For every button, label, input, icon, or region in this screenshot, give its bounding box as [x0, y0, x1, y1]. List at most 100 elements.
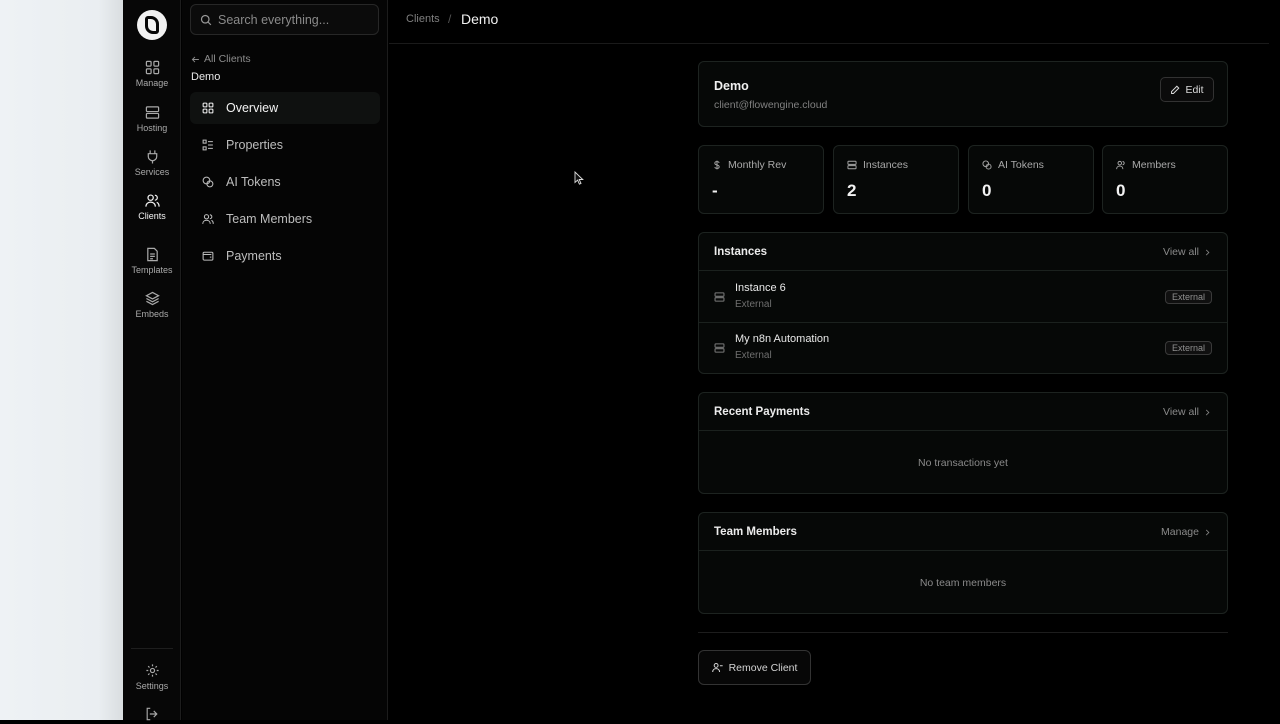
card-header: Instances View all [699, 233, 1227, 271]
card-header: Team Members Manage [699, 513, 1227, 551]
stat-card-instances: Instances 2 [833, 145, 959, 214]
card-header: Recent Payments View all [699, 393, 1227, 431]
instances-card: Instances View all Instance 6 External E… [698, 232, 1228, 374]
breadcrumb-parent-link[interactable]: Clients [406, 13, 440, 25]
subnav-item-overview[interactable]: Overview [190, 92, 380, 124]
instance-row[interactable]: My n8n Automation External External [699, 323, 1227, 374]
section-divider [698, 632, 1228, 633]
logout-icon [146, 707, 158, 721]
coins-icon [982, 160, 992, 170]
users-icon [144, 194, 160, 207]
search-input[interactable] [218, 10, 373, 30]
subnav-item-label: Properties [226, 138, 283, 152]
manage-label: Manage [1161, 526, 1199, 538]
stat-value: - [712, 181, 718, 200]
stat-label-text: Monthly Rev [728, 159, 787, 171]
empty-state-text: No transactions yet [918, 457, 1008, 469]
status-badge: External [1164, 341, 1212, 355]
subnav-item-label: Team Members [226, 212, 313, 226]
view-all-label: View all [1163, 246, 1199, 258]
instance-type: External [735, 350, 772, 361]
stat-card-ai-tokens: AI Tokens 0 [968, 145, 1094, 214]
subnav-item-ai-tokens[interactable]: AI Tokens [190, 166, 380, 198]
subnav-item-label: Payments [226, 249, 282, 263]
recent-payments-card: Recent Payments View all No transactions… [698, 392, 1228, 494]
client-name: Demo [191, 71, 221, 83]
server-icon [847, 160, 857, 170]
rail-item-hosting[interactable]: Hosting [123, 105, 181, 133]
chevron-right-icon [1205, 409, 1210, 415]
rail-item-label: Embeds [135, 309, 169, 319]
edit-button[interactable]: Edit [1160, 77, 1214, 102]
card-title: Recent Payments [714, 406, 810, 418]
remove-client-label: Remove Client [728, 661, 798, 674]
breadcrumb: Clients / Demo [389, 0, 1269, 44]
arrow-left-icon [191, 56, 199, 62]
users-icon [1116, 160, 1125, 170]
logout-button[interactable] [123, 707, 181, 724]
subnav-item-label: AI Tokens [226, 175, 281, 189]
layers-icon [144, 291, 160, 306]
card-title: Instances [714, 246, 768, 258]
back-link-label: All Clients [204, 53, 251, 65]
client-sidebar: All Clients Demo Overview Properties AI … [182, 0, 388, 720]
payments-view-all-link[interactable]: View all [1163, 406, 1211, 418]
client-profile-card: Demo client@flowengine.cloud Edit [698, 61, 1228, 127]
gear-icon [145, 664, 159, 677]
rail-item-services[interactable]: Services [123, 149, 181, 177]
desktop-background [0, 0, 123, 720]
plug-icon [147, 150, 157, 164]
page-title: Demo [461, 11, 499, 27]
instance-name: Instance 6 [735, 282, 786, 294]
rail-item-label: Hosting [136, 123, 168, 133]
rail-item-label: Settings [135, 681, 169, 691]
wallet-icon [202, 251, 214, 261]
stat-label: Monthly Rev [712, 159, 786, 171]
subnav-item-payments[interactable]: Payments [190, 240, 380, 272]
stat-value: 0 [982, 181, 992, 200]
rail-item-embeds[interactable]: Embeds [123, 291, 181, 319]
subnav-item-label: Overview [226, 101, 279, 115]
stat-card-members: Members 0 [1102, 145, 1228, 214]
stat-value: 0 [1116, 181, 1126, 200]
team-icon [202, 214, 214, 224]
server-icon [714, 343, 725, 353]
empty-state-text: No team members [919, 577, 1007, 589]
team-members-card: Team Members Manage No team members [698, 512, 1228, 614]
subnav-item-properties[interactable]: Properties [190, 129, 380, 161]
rail-item-clients[interactable]: Clients [123, 193, 181, 221]
server-icon [145, 106, 159, 119]
rail-item-label: Clients [138, 211, 166, 221]
breadcrumb-separator: / [448, 12, 452, 26]
team-manage-link[interactable]: Manage [1161, 526, 1211, 538]
remove-client-button[interactable]: Remove Client [698, 650, 811, 685]
stat-label-text: AI Tokens [998, 159, 1044, 171]
grid-icon [145, 60, 159, 75]
dollar-icon [714, 160, 720, 170]
profile-email: client@flowengine.cloud [714, 99, 828, 111]
edit-button-label: Edit [1185, 83, 1204, 96]
search-box[interactable] [190, 4, 379, 35]
subnav-item-team-members[interactable]: Team Members [190, 203, 380, 235]
stat-value: 2 [847, 181, 857, 200]
server-icon [714, 292, 725, 302]
rail-item-label: Manage [135, 78, 169, 88]
rail-item-label: Templates [131, 265, 173, 275]
stat-label: Instances [847, 159, 908, 171]
instance-row[interactable]: Instance 6 External External [699, 272, 1227, 323]
app-logo[interactable] [137, 10, 167, 40]
stat-label-text: Members [1132, 159, 1176, 171]
instances-view-all-link[interactable]: View all [1163, 246, 1211, 258]
dashboard-icon [202, 102, 214, 114]
document-icon [146, 247, 158, 262]
view-all-label: View all [1163, 406, 1199, 418]
search-icon [200, 14, 212, 26]
back-to-clients-link[interactable]: All Clients [191, 53, 251, 65]
pencil-icon [1171, 85, 1180, 94]
stat-label: AI Tokens [982, 159, 1044, 171]
profile-name: Demo [714, 79, 749, 93]
rail-item-manage[interactable]: Manage [123, 60, 181, 88]
rail-item-label: Services [134, 167, 170, 177]
rail-item-settings[interactable]: Settings [123, 663, 181, 691]
rail-item-templates[interactable]: Templates [123, 247, 181, 275]
